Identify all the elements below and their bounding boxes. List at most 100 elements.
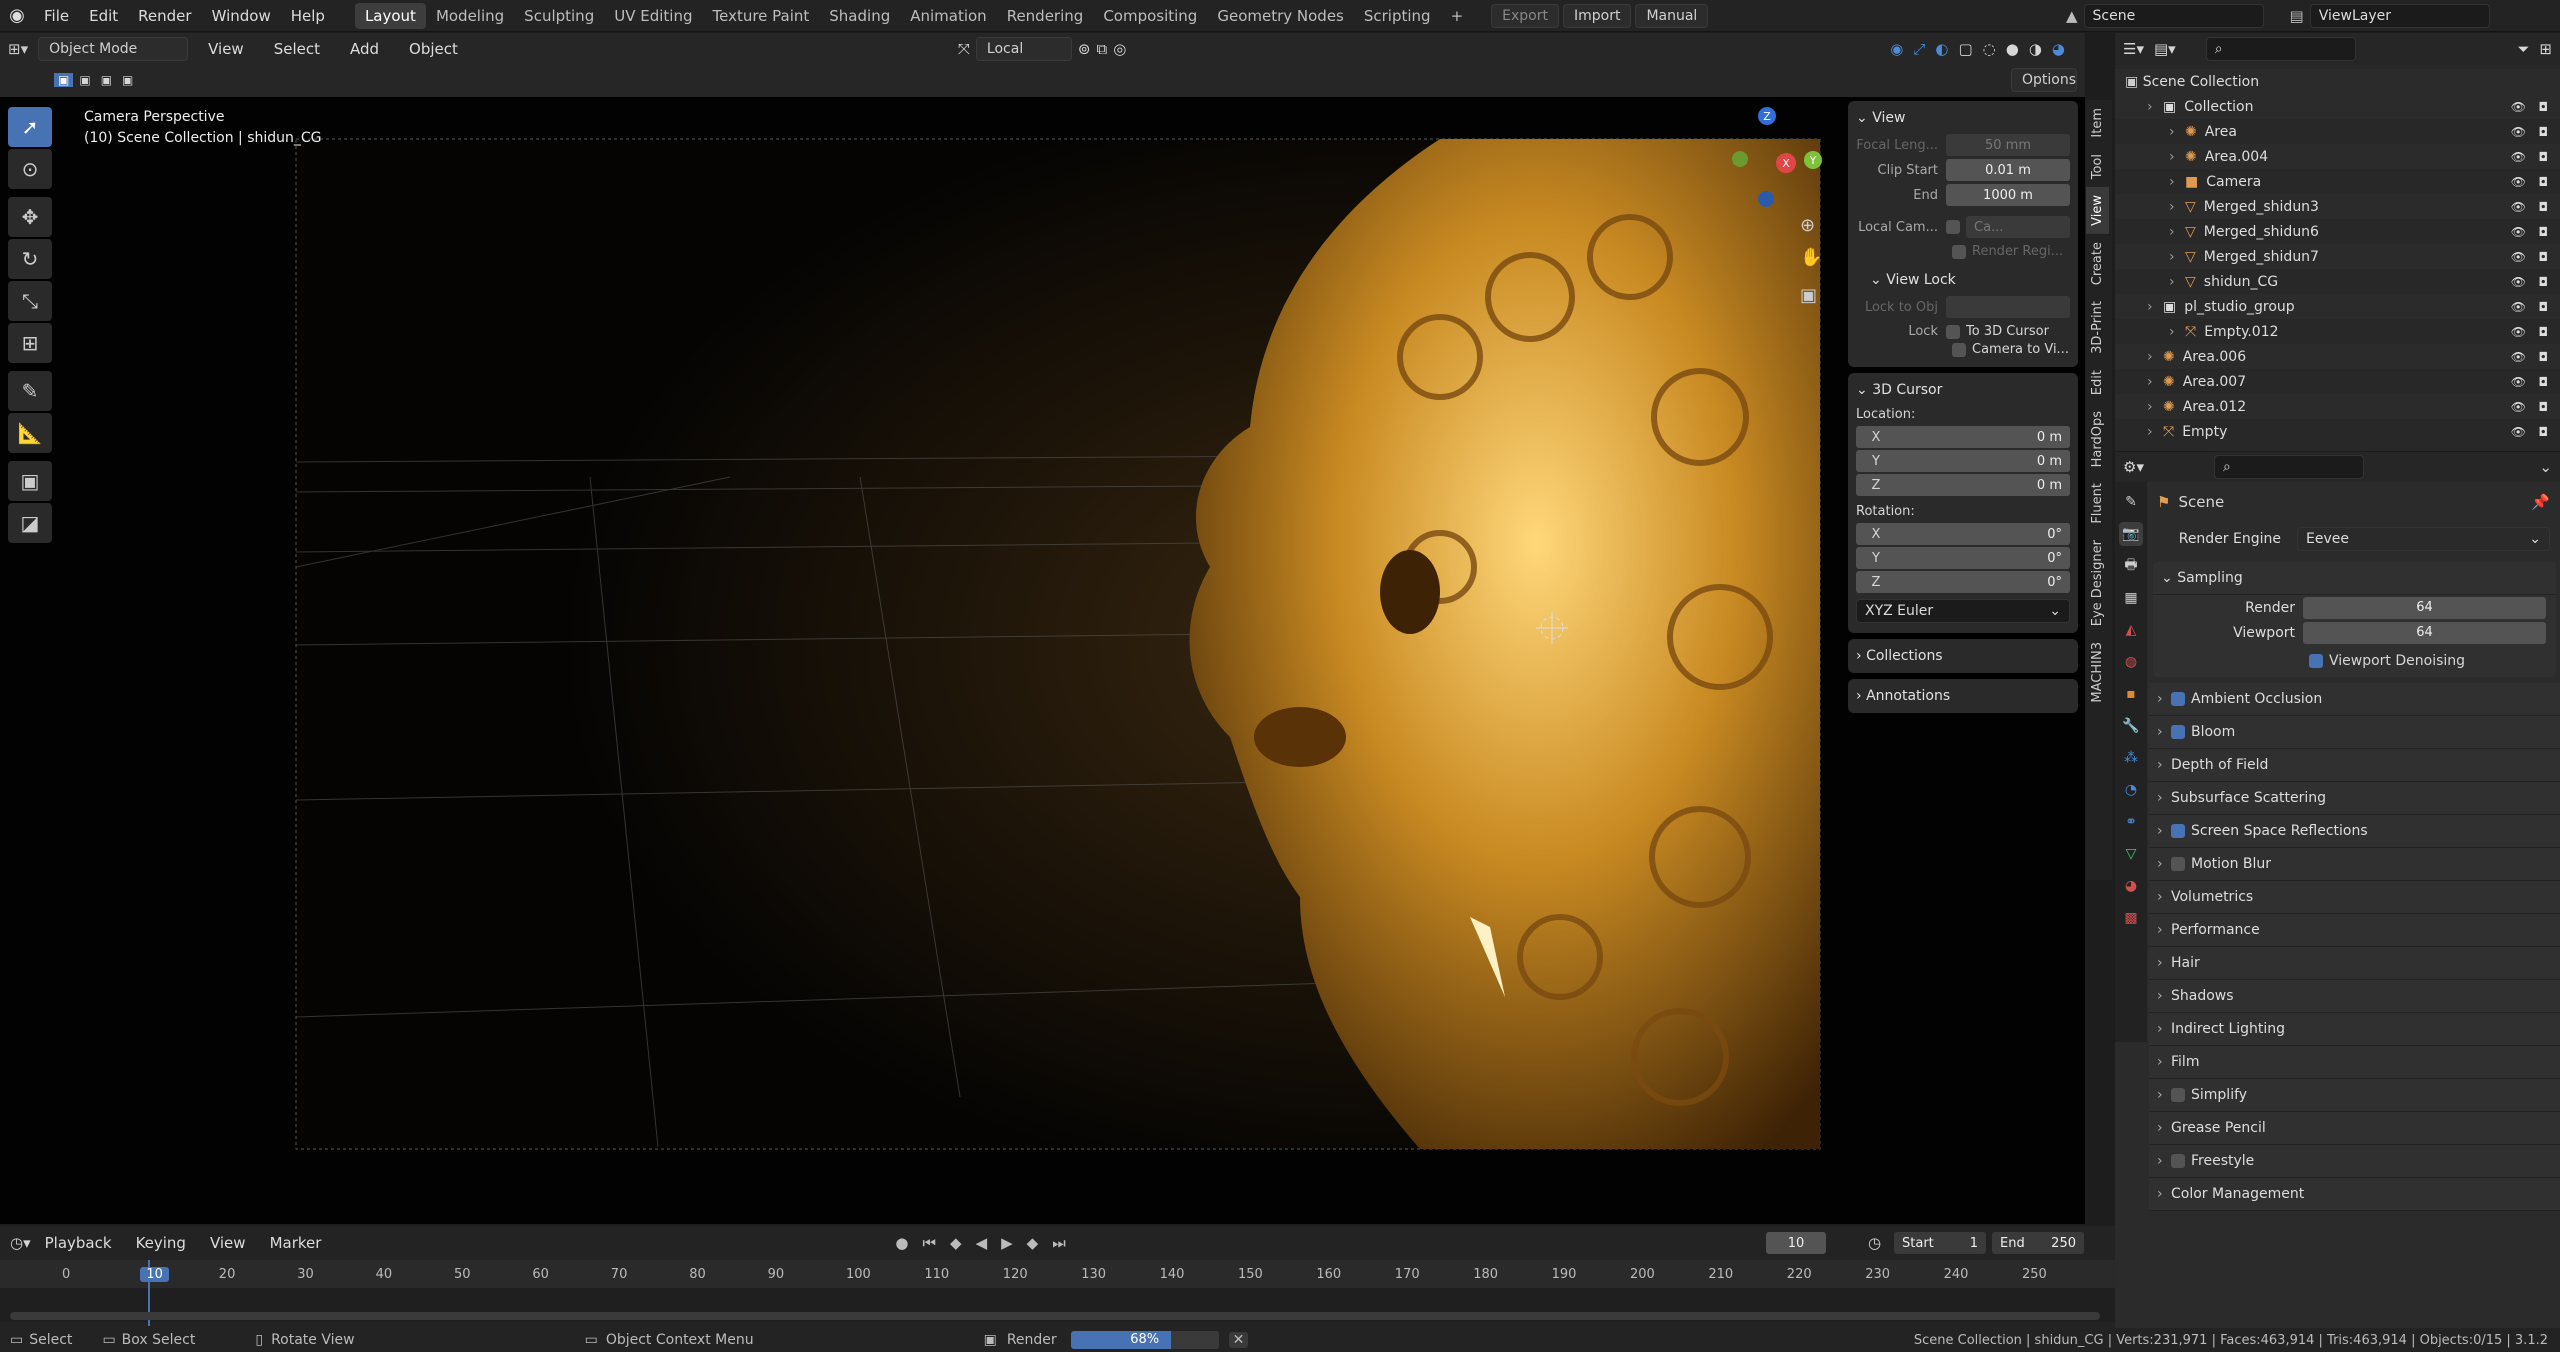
cursor-tool-icon[interactable]: ⊙ [8,149,52,189]
start-frame-field[interactable]: Start 1 [1894,1232,1986,1254]
eye-icon[interactable]: 👁 [2511,375,2526,389]
render-section[interactable]: › Subsurface Scattering [2149,782,2560,815]
current-frame-field[interactable]: 10 [1766,1232,1826,1254]
render-section[interactable]: › Hair [2149,947,2560,980]
3d-viewport[interactable]: Camera Perspective (10) Scene Collection… [0,97,2085,1224]
eye-icon[interactable]: 👁 [2511,150,2526,164]
clip-start-field[interactable]: 0.01 m [1946,159,2070,181]
outliner-row[interactable]: › ▣ Collection 👁 ◘ [2115,94,2560,119]
tab-machin3[interactable]: MACHIN3 [2086,634,2109,711]
section-checkbox[interactable] [2171,824,2185,838]
object-props-icon[interactable]: ▪ [2119,682,2143,706]
chevron-right-icon[interactable]: › [2169,274,2185,290]
view-layer-field[interactable]: ViewLayer [2309,4,2490,28]
snap-icon[interactable]: ⧉ [1097,40,1108,58]
render-section[interactable]: › Motion Blur [2149,848,2560,881]
outliner-row[interactable]: › ▣ pl_studio_group 👁 ◘ [2115,294,2560,319]
physics-props-icon[interactable]: ◔ [2119,778,2143,802]
add-cube-tool-icon[interactable]: ▣ [8,461,52,501]
render-visibility-icon[interactable]: ◘ [2539,225,2549,239]
vp-menu-select[interactable]: Select [264,33,330,65]
chevron-right-icon[interactable]: › [2169,124,2185,140]
tab-edit[interactable]: Edit [2086,362,2109,403]
tab-geometry-nodes[interactable]: Geometry Nodes [1207,3,1354,29]
render-section[interactable]: › Depth of Field [2149,749,2560,782]
render-visibility-icon[interactable]: ◘ [2539,350,2549,364]
scale-tool-icon[interactable]: ⤡ [8,281,52,321]
render-section[interactable]: › Freestyle [2149,1145,2560,1178]
tab-texture-paint[interactable]: Texture Paint [702,3,819,29]
tab-scripting[interactable]: Scripting [1354,3,1441,29]
viewport-denoising-checkbox[interactable] [2309,654,2323,668]
cursor-rot-x-field[interactable]: 0° [1896,523,2070,545]
world-props-icon[interactable]: ◍ [2119,650,2143,674]
tab-view[interactable]: View [2086,186,2109,234]
pan-hand-icon[interactable]: ✋ [1800,247,1822,268]
clock-icon[interactable]: ◷ [1868,1234,1881,1252]
camera-to-view-checkbox[interactable] [1952,342,1966,357]
vp-menu-object[interactable]: Object [399,33,468,65]
render-section[interactable]: › Performance [2149,914,2560,947]
render-samples-field[interactable]: 64 [2303,596,2546,619]
select-mode-intersect-icon[interactable]: ▣ [118,73,137,87]
rotate-tool-icon[interactable]: ↻ [8,239,52,279]
pin-icon[interactable]: 📌 [2531,493,2550,511]
select-mode-subtract-icon[interactable]: ▣ [97,73,116,87]
cursor-loc-x-field[interactable]: 0 m [1896,426,2070,448]
filter-icon[interactable]: ⏷ [2517,40,2529,58]
eye-icon[interactable]: 👁 [2511,250,2526,264]
output-props-icon[interactable]: 🖶 [2119,554,2143,578]
vp-menu-view[interactable]: View [198,33,254,65]
chevron-right-icon[interactable]: › [2147,299,2163,315]
jump-end-icon[interactable]: ⏭ [1052,1234,1066,1252]
select-box-tool-icon[interactable]: ➚ [8,107,52,147]
view-panel-header[interactable]: ⌄ View [1856,105,2070,131]
eye-icon[interactable]: 👁 [2511,275,2526,289]
wireframe-shading-icon[interactable]: ◌ [1983,40,1996,58]
section-checkbox[interactable] [2171,1154,2185,1168]
import-button[interactable]: Import [1562,3,1632,28]
render-visibility-icon[interactable]: ◘ [2539,150,2549,164]
section-checkbox[interactable] [2171,1088,2185,1102]
timeline-scrollbar[interactable] [10,1312,2100,1320]
local-camera-field[interactable]: Ca... [1966,216,2070,238]
focal-length-field[interactable]: 50 mm [1946,134,2070,156]
constraints-props-icon[interactable]: ⚭ [2119,810,2143,834]
sampling-header[interactable]: ⌄ Sampling [2153,562,2556,595]
section-checkbox[interactable] [2171,857,2185,871]
play-reverse-icon[interactable]: ◀ [976,1234,988,1252]
menu-help[interactable]: Help [281,0,335,32]
export-button[interactable]: Export [1491,3,1559,28]
menu-window[interactable]: Window [202,0,281,32]
render-props-icon[interactable]: 📷 [2119,522,2143,546]
move-tool-icon[interactable]: ✥ [8,197,52,237]
chevron-right-icon[interactable]: › [2147,349,2163,365]
outliner-editor-icon[interactable]: ☰▾ [2123,40,2144,58]
outliner-row[interactable]: › ✺ Area.012 👁 ◘ [2115,394,2560,419]
zoom-icon[interactable]: ⊕ [1800,215,1815,236]
play-icon[interactable]: ▶ [1001,1234,1013,1252]
data-props-icon[interactable]: ▽ [2119,842,2143,866]
visibility-icon[interactable]: ◉ [1890,40,1903,58]
tab-tool[interactable]: Tool [2086,146,2109,187]
scene-field[interactable]: Scene [2083,4,2264,28]
timeline-editor-icon[interactable]: ◷▾ [10,1234,31,1252]
outliner-row[interactable]: › ✺ Area.004 👁 ◘ [2115,144,2560,169]
modifier-props-icon[interactable]: 🔧 [2119,714,2143,738]
chevron-right-icon[interactable]: › [2169,249,2185,265]
options-button[interactable]: Options [2011,68,2077,92]
outliner-row[interactable]: › ⤧ Empty.012 👁 ◘ [2115,319,2560,344]
outliner-row[interactable]: › ✺ Area.007 👁 ◘ [2115,369,2560,394]
add-workspace-button[interactable]: + [1441,3,1474,29]
section-checkbox[interactable] [2171,725,2185,739]
outliner-row[interactable]: › ▽ Merged_shidun6 👁 ◘ [2115,219,2560,244]
tab-layout[interactable]: Layout [354,2,426,29]
render-visibility-icon[interactable]: ◘ [2539,425,2549,439]
tab-rendering[interactable]: Rendering [997,3,1094,29]
vp-menu-add[interactable]: Add [340,33,389,65]
render-section[interactable]: › Shadows [2149,980,2560,1013]
extra-tool-icon[interactable]: ◪ [8,503,52,543]
cursor-panel-header[interactable]: ⌄ 3D Cursor [1856,377,2070,403]
render-visibility-icon[interactable]: ◘ [2539,100,2549,114]
xray-icon[interactable]: ▢ [1958,40,1972,58]
